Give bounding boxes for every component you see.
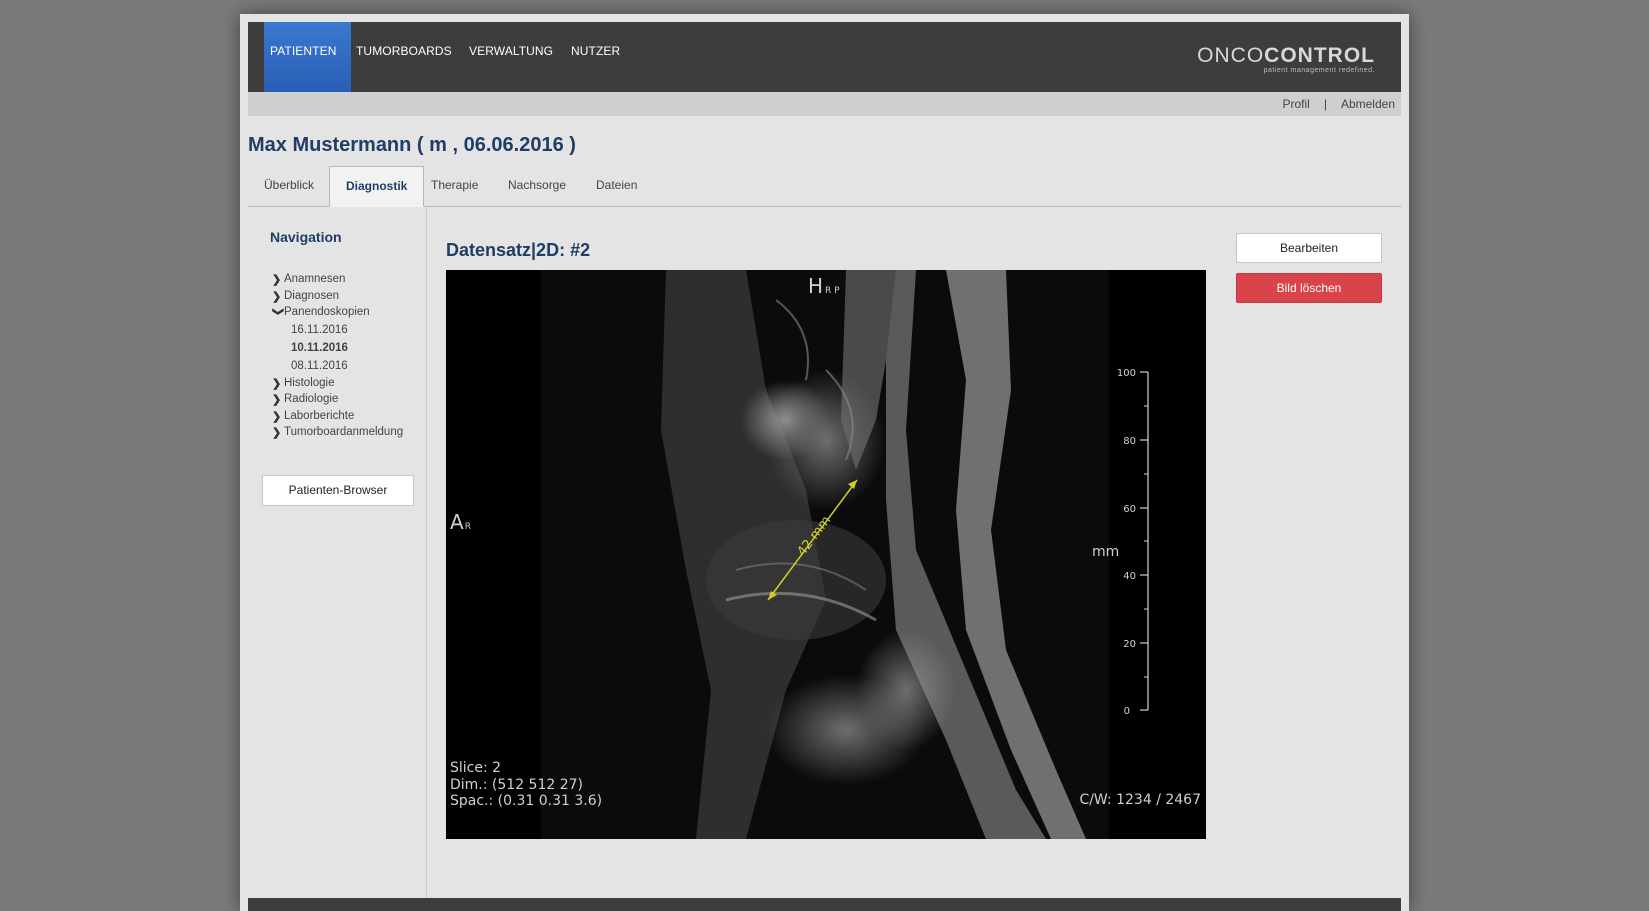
dataset-title: Datensatz|2D: #2 bbox=[446, 240, 591, 260]
chevron-right-icon: ❯ bbox=[272, 410, 282, 423]
sidebar-item-histologie[interactable]: ❯ Histologie bbox=[270, 375, 430, 392]
sidebar-item-label: Panendoskopien bbox=[284, 306, 370, 318]
nav-patienten[interactable]: PATIENTEN bbox=[270, 22, 336, 92]
scale-unit-label: mm bbox=[1092, 544, 1120, 560]
image-viewer[interactable]: 42 mm 100 80 60 40 20 0 H R P AR mm Slic… bbox=[446, 270, 1206, 839]
spacing-info: Spac.: (0.31 0.31 3.6) bbox=[450, 793, 603, 809]
tab-ueberblick[interactable]: Überblick bbox=[248, 166, 330, 204]
profile-link[interactable]: Profil bbox=[1282, 97, 1309, 111]
sidebar-item-label: Diagnosen bbox=[284, 289, 339, 302]
tab-diagnostik[interactable]: Diagnostik bbox=[329, 166, 425, 207]
sidebar-item-tumorboardanmeldung[interactable]: ❯ Tumorboardanmeldung bbox=[270, 424, 430, 441]
scale-tick-label: 0 bbox=[1124, 706, 1130, 717]
chevron-right-icon: ❯ bbox=[272, 394, 282, 406]
scale-tick-label: 100 bbox=[1117, 368, 1136, 379]
nav-nutzer[interactable]: NUTZER bbox=[571, 22, 620, 92]
delete-image-button[interactable]: Bild löschen bbox=[1236, 273, 1382, 303]
sidebar-item-laborberichte[interactable]: ❯ Laborberichte bbox=[270, 408, 430, 425]
chevron-right-icon: ❯ bbox=[272, 377, 282, 390]
patienten-browser-button[interactable]: Patienten-Browser bbox=[262, 475, 414, 506]
nav-tumorboards[interactable]: TUMORBOARDS bbox=[356, 22, 452, 92]
sidebar-item-radiologie[interactable]: ❯ Radiologie bbox=[270, 391, 430, 408]
tab-bar: Überblick Diagnostik Therapie Nachsorge … bbox=[248, 166, 1401, 207]
sidebar-heading: Navigation bbox=[270, 229, 342, 245]
scale-tick-label: 80 bbox=[1123, 436, 1136, 447]
sidebar-item-label: Tumorboardanmeldung bbox=[284, 426, 404, 438]
sidebar: Navigation ❯ Anamnesen ❯ Diagnosen ❯ Pan… bbox=[248, 207, 427, 911]
user-bar: Profil | Abmelden bbox=[248, 92, 1401, 116]
sidebar-item-label: Histologie bbox=[284, 376, 335, 389]
patient-title: Max Mustermann ( m , 06.06.2016 ) bbox=[248, 134, 576, 156]
scale-tick-label: 20 bbox=[1123, 639, 1136, 650]
slice-info: Slice: 2 bbox=[450, 760, 502, 776]
image-info: Slice: 2 Dim.: (512 512 27) Spac.: (0.31… bbox=[450, 760, 602, 810]
logout-link[interactable]: Abmelden bbox=[1341, 97, 1395, 111]
edit-button[interactable]: Bearbeiten bbox=[1236, 233, 1382, 263]
footer-bar bbox=[248, 898, 1401, 911]
nav-verwaltung[interactable]: VERWALTUNG bbox=[469, 22, 553, 92]
panendoskopie-date-item-current[interactable]: 10.11.2016 bbox=[270, 339, 430, 357]
scale-tick-label: 40 bbox=[1123, 571, 1136, 582]
sidebar-item-label: Laborberichte bbox=[284, 409, 355, 422]
sidebar-item-panendoskopien[interactable]: ❯ Panendoskopien bbox=[270, 304, 430, 321]
window-level-info: C/W: 1234 / 2467 bbox=[1079, 792, 1201, 808]
panendoskopie-date-item[interactable]: 08.11.2016 bbox=[270, 357, 430, 375]
user-bar-separator: | bbox=[1323, 97, 1327, 111]
chevron-right-icon: ❯ bbox=[272, 274, 282, 286]
top-navigation-bar: PATIENTEN TUMORBOARDS VERWALTUNG NUTZER … bbox=[248, 22, 1401, 108]
sidebar-item-label: Anamnesen bbox=[284, 273, 346, 285]
scale-tick-label: 60 bbox=[1123, 504, 1136, 515]
tab-nachsorge[interactable]: Nachsorge bbox=[492, 166, 582, 204]
chevron-right-icon: ❯ bbox=[272, 290, 282, 303]
orientation-left: AR bbox=[450, 510, 471, 534]
navigation-tree: ❯ Anamnesen ❯ Diagnosen ❯ Panendoskopien… bbox=[270, 271, 430, 441]
oncocontrol-logo: ONCOCONTROL patient management redefined… bbox=[1197, 44, 1375, 74]
sidebar-item-diagnosen[interactable]: ❯ Diagnosen bbox=[270, 288, 430, 305]
chevron-right-icon: ❯ bbox=[272, 427, 282, 439]
sidebar-item-anamnesen[interactable]: ❯ Anamnesen bbox=[270, 271, 430, 288]
panendoskopie-date-item[interactable]: 16.11.2016 bbox=[270, 321, 430, 339]
orientation-top: HR P bbox=[808, 274, 840, 298]
tab-therapie[interactable]: Therapie bbox=[415, 166, 494, 204]
app-window: PATIENTEN TUMORBOARDS VERWALTUNG NUTZER … bbox=[240, 14, 1409, 911]
sidebar-item-label: Radiologie bbox=[284, 393, 339, 405]
tab-dateien[interactable]: Dateien bbox=[580, 166, 653, 204]
dimension-info: Dim.: (512 512 27) bbox=[450, 776, 584, 793]
